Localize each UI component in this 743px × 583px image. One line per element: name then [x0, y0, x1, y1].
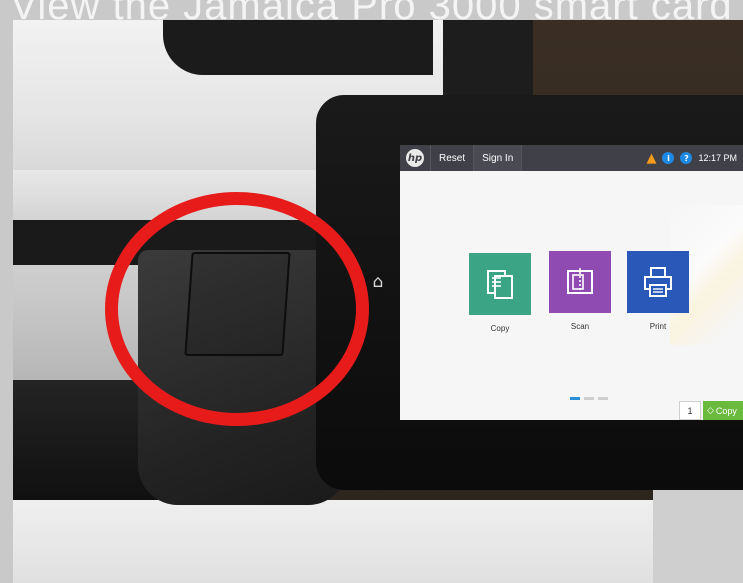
hp-logo: hp: [406, 149, 424, 167]
print-tile[interactable]: [627, 251, 689, 313]
page-dot-1[interactable]: [570, 397, 580, 400]
clock: 12:17 PM: [698, 153, 737, 163]
control-panel-screen: hp Reset Sign In ▲ i ? 12:17 PM Copy Sca…: [400, 145, 743, 420]
printer-base-right: [653, 490, 743, 583]
page-dot-2[interactable]: [584, 397, 594, 400]
scan-icon: [567, 268, 593, 296]
printer-base: [13, 500, 653, 583]
screenshot: View the Jamaica Pro 3000 smart card ⌂ h…: [0, 0, 743, 583]
warning-icon[interactable]: ▲: [646, 151, 656, 166]
copy-start-label: Copy: [715, 405, 737, 416]
highlight-circle: [105, 192, 369, 426]
page-indicator: [570, 397, 608, 400]
app-copy[interactable]: Copy: [468, 253, 532, 333]
copy-label: Copy: [490, 324, 510, 333]
app-scan[interactable]: Scan: [548, 251, 612, 331]
copy-start-button[interactable]: ◇ Copy: [703, 401, 743, 420]
print-icon: [644, 267, 672, 297]
copy-tile[interactable]: [469, 253, 531, 315]
start-icon: ◇: [707, 405, 714, 416]
copy-count-field[interactable]: 1: [679, 401, 701, 420]
print-label: Print: [649, 322, 667, 331]
caption-text: View the Jamaica Pro 3000 smart card: [10, 0, 733, 28]
status-area: ▲ i ? 12:17 PM: [646, 151, 743, 166]
page-dot-3[interactable]: [598, 397, 608, 400]
reset-button[interactable]: Reset: [430, 145, 473, 171]
help-icon[interactable]: ?: [680, 152, 693, 164]
scan-tile[interactable]: [549, 251, 611, 313]
copy-icon: [487, 270, 513, 299]
app-print[interactable]: Print: [626, 251, 690, 331]
sign-in-button[interactable]: Sign In: [473, 145, 523, 171]
printer-photo: ⌂ hp Reset Sign In ▲ i ? 12:17 PM Copy S…: [13, 20, 743, 583]
scan-label: Scan: [570, 322, 590, 331]
home-icon[interactable]: ⌂: [368, 272, 388, 292]
status-bar: hp Reset Sign In ▲ i ? 12:17 PM: [400, 145, 743, 171]
info-icon[interactable]: i: [662, 152, 675, 164]
